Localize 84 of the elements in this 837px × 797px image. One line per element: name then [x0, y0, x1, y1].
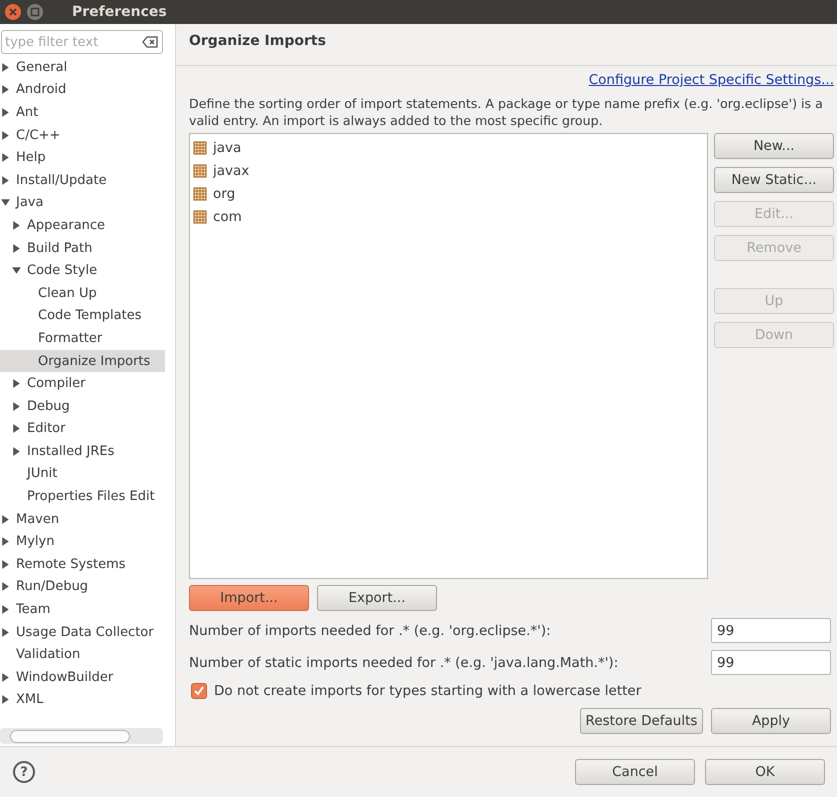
- tree-item[interactable]: Maven: [0, 508, 165, 530]
- tree-item[interactable]: Usage Data Collector: [0, 620, 165, 644]
- list-item[interactable]: com: [193, 205, 704, 228]
- dialog-button[interactable]: OK: [705, 759, 825, 785]
- tree-item[interactable]: Code Style: [0, 259, 165, 282]
- collapsed-arrow-icon[interactable]: [0, 174, 11, 186]
- apply-button[interactable]: Apply: [711, 708, 831, 734]
- tree-item[interactable]: Organize Imports: [0, 350, 165, 372]
- list-item[interactable]: javax: [193, 159, 704, 182]
- checkbox-label[interactable]: Do not create imports for types starting with a lowercase letter: [214, 683, 642, 699]
- tree-item[interactable]: Mylyn: [0, 530, 165, 554]
- tree-item[interactable]: Formatter: [0, 327, 165, 350]
- window-title: Preferences: [72, 4, 167, 20]
- tree-item[interactable]: Compiler: [0, 372, 165, 395]
- collapsed-arrow-icon[interactable]: [11, 446, 22, 457]
- collapsed-arrow-icon[interactable]: [11, 423, 22, 434]
- tree-item[interactable]: Validation: [0, 643, 165, 666]
- collapsed-arrow-icon[interactable]: [11, 400, 22, 412]
- package-icon: [193, 164, 207, 178]
- dialog-button[interactable]: Cancel: [575, 759, 695, 785]
- collapsed-arrow-icon[interactable]: [0, 152, 11, 164]
- list-action-button[interactable]: New Static...: [714, 167, 834, 193]
- tree-item[interactable]: Installed JREs: [0, 440, 165, 463]
- collapsed-arrow-icon[interactable]: [0, 672, 11, 683]
- description-text: Define the sorting order of import statements. A package or type name prefix (e.g. 'org.eclipse') is a valid entry. An import is always added to the most specific group.: [189, 95, 824, 129]
- maximize-icon[interactable]: [26, 3, 44, 21]
- tree-item[interactable]: Remote Systems: [0, 553, 165, 576]
- collapsed-arrow-icon[interactable]: [0, 694, 11, 706]
- tree-item[interactable]: Team: [0, 598, 165, 621]
- collapsed-arrow-icon[interactable]: [11, 220, 22, 231]
- number-field[interactable]: 99: [711, 650, 831, 675]
- tree-item[interactable]: C/C++: [0, 124, 165, 146]
- tree-item[interactable]: Clean Up: [0, 282, 165, 305]
- package-icon: [193, 140, 207, 154]
- tree-item[interactable]: Java: [0, 192, 165, 214]
- configure-settings-link[interactable]: Configure Project Specific Settings...: [588, 72, 834, 91]
- tree-item[interactable]: Code Templates: [0, 304, 165, 328]
- checkbox[interactable]: [191, 683, 207, 699]
- collapsed-arrow-icon[interactable]: [0, 626, 11, 638]
- collapsed-arrow-icon[interactable]: [0, 604, 11, 616]
- expanded-arrow-icon[interactable]: [0, 197, 11, 208]
- import-order-list[interactable]: java javax org com: [189, 133, 708, 579]
- collapsed-arrow-icon[interactable]: [0, 106, 11, 118]
- list-action-button[interactable]: New...: [714, 133, 834, 159]
- page-title: Organize Imports: [189, 33, 326, 49]
- tree-item[interactable]: Help: [0, 146, 165, 169]
- filter-field[interactable]: type filter text: [1, 30, 163, 54]
- close-icon[interactable]: [4, 3, 22, 21]
- list-item[interactable]: org: [193, 182, 704, 205]
- collapsed-arrow-icon[interactable]: [0, 581, 11, 592]
- tree-item[interactable]: Install/Update: [0, 168, 165, 192]
- horizontal-scrollbar[interactable]: [0, 728, 163, 744]
- collapsed-arrow-icon[interactable]: [0, 514, 11, 525]
- export-button[interactable]: Export...: [317, 585, 437, 611]
- tree-item[interactable]: Ant: [0, 101, 165, 124]
- tree-item[interactable]: Run/Debug: [0, 576, 165, 598]
- collapsed-arrow-icon[interactable]: [0, 62, 11, 73]
- help-icon[interactable]: ?: [13, 761, 35, 783]
- import-button[interactable]: Import...: [189, 585, 309, 611]
- collapsed-arrow-icon[interactable]: [11, 378, 22, 390]
- collapsed-arrow-icon[interactable]: [11, 242, 22, 254]
- clear-icon[interactable]: [142, 36, 158, 48]
- tree-item[interactable]: Editor: [0, 418, 165, 440]
- number-field[interactable]: 99: [711, 618, 831, 643]
- package-icon: [193, 186, 207, 200]
- collapsed-arrow-icon[interactable]: [0, 84, 11, 96]
- collapsed-arrow-icon[interactable]: [0, 130, 11, 141]
- tree-item[interactable]: XML: [0, 688, 165, 712]
- field-label: Number of imports needed for .* (e.g. 'org.eclipse.*'):: [189, 622, 551, 638]
- tree-item[interactable]: Debug: [0, 394, 165, 418]
- restore-defaults-button[interactable]: Restore Defaults: [580, 708, 703, 734]
- expanded-arrow-icon[interactable]: [11, 265, 22, 276]
- tree-item[interactable]: Build Path: [0, 236, 165, 260]
- collapsed-arrow-icon[interactable]: [0, 558, 11, 570]
- tree-item[interactable]: Appearance: [0, 214, 165, 237]
- tree-item[interactable]: Android: [0, 78, 165, 102]
- tree-item[interactable]: General: [0, 56, 165, 79]
- collapsed-arrow-icon[interactable]: [0, 536, 11, 548]
- package-icon: [193, 210, 207, 224]
- tree-item[interactable]: JUnit: [0, 462, 165, 486]
- tree-item[interactable]: WindowBuilder: [0, 666, 165, 689]
- list-item[interactable]: java: [193, 136, 704, 159]
- field-label: Number of static imports needed for .* (e.g. 'java.lang.Math.*'):: [189, 654, 618, 670]
- tree-item[interactable]: Properties Files Edit: [0, 485, 165, 508]
